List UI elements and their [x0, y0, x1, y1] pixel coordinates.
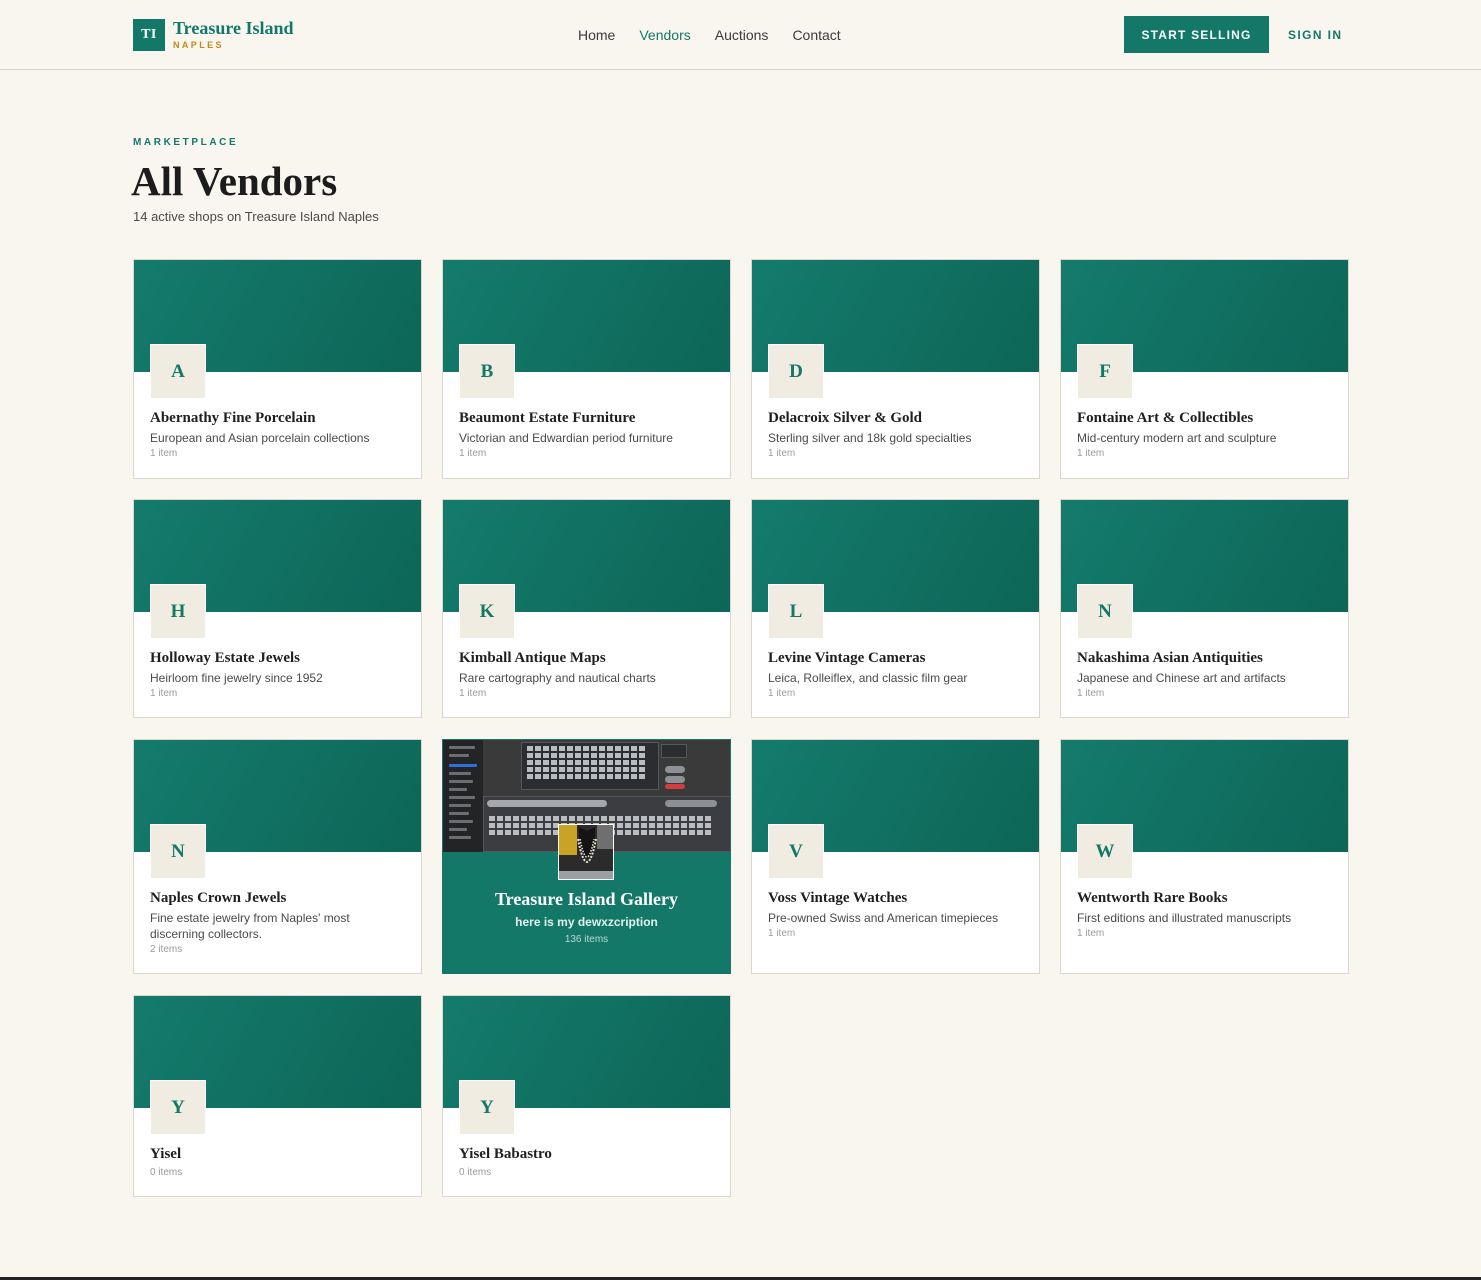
page-subtitle: 14 active shops on Treasure Island Naple… — [133, 209, 379, 224]
vendor-item-count: 2 items — [150, 944, 183, 955]
vendor-item-count: 1 item — [1077, 688, 1105, 699]
vendor-name: Kimball Antique Maps — [459, 650, 606, 666]
brand-name: Treasure Island — [173, 18, 294, 38]
vendor-card[interactable]: Y Yisel 0 items — [133, 995, 422, 1197]
vendor-name: Yisel Babastro — [459, 1146, 552, 1162]
vendor-card[interactable]: K Kimball Antique Maps Rare cartography … — [442, 499, 731, 718]
vendor-initial-badge: Y — [459, 1080, 515, 1135]
vendor-item-count: 1 item — [459, 448, 487, 459]
cover-pill — [665, 776, 685, 783]
vendor-initial-badge: W — [1077, 824, 1133, 879]
vendor-initial-badge: L — [768, 584, 824, 639]
vendor-item-count: 1 item — [1077, 928, 1105, 939]
necklace-icon — [559, 825, 613, 879]
vendor-description: Sterling silver and 18k gold specialties — [768, 431, 972, 445]
vendor-card[interactable]: B Beaumont Estate Furniture Victorian an… — [442, 259, 731, 479]
logo-text: Treasure Island NAPLES — [173, 18, 294, 51]
vendor-card[interactable]: N Naples Crown Jewels Fine estate jewelr… — [133, 739, 422, 974]
vendor-initial-badge: Y — [150, 1080, 206, 1135]
vendor-initial-badge: B — [459, 344, 515, 399]
vendor-description: Heirloom fine jewelry since 1952 — [150, 671, 323, 685]
logo-mark: TI — [133, 18, 165, 51]
cover-mini-panel — [661, 744, 687, 758]
vendor-description: Pre-owned Swiss and American timepieces — [768, 911, 999, 925]
vendor-card[interactable]: Y Yisel Babastro 0 items — [442, 995, 731, 1197]
vendor-card[interactable]: W Wentworth Rare Books First editions an… — [1060, 739, 1349, 974]
vendor-item-count: 1 item — [150, 688, 178, 699]
vendor-description: Rare cartography and nautical charts — [459, 671, 656, 685]
vendor-card[interactable]: A Abernathy Fine Porcelain European and … — [133, 259, 422, 479]
vendor-initial-badge: A — [150, 344, 206, 399]
vendor-name: Naples Crown Jewels — [150, 890, 287, 906]
cover-keyboard-keys — [527, 746, 645, 779]
vendor-item-count: 0 items — [150, 1167, 183, 1178]
cover-red-pill — [665, 784, 685, 789]
cover-pill — [665, 766, 685, 773]
vendor-name: Delacroix Silver & Gold — [768, 410, 923, 426]
vendor-initial-badge: H — [150, 584, 206, 639]
vendor-initial-badge: N — [150, 824, 206, 879]
vendor-item-count: 1 item — [1077, 448, 1105, 459]
nav-auctions[interactable]: Auctions — [715, 26, 769, 44]
vendor-item-count: 0 items — [459, 1167, 492, 1178]
vendor-card[interactable]: V Voss Vintage Watches Pre-owned Swiss a… — [751, 739, 1040, 974]
nav-contact[interactable]: Contact — [792, 26, 840, 44]
section-eyebrow: MARKETPLACE — [133, 137, 239, 148]
vendor-description: Mid-century modern art and sculpture — [1077, 431, 1277, 445]
vendor-card[interactable]: L Levine Vintage Cameras Leica, Rolleifl… — [751, 499, 1040, 718]
vendor-name: Treasure Island Gallery — [494, 889, 678, 909]
vendor-item-count: 1 item — [768, 448, 796, 459]
vendor-initial-badge: V — [768, 824, 824, 879]
vendor-card[interactable]: N Nakashima Asian Antiquities Japanese a… — [1060, 499, 1349, 718]
vendor-name: Beaumont Estate Furniture — [459, 410, 636, 426]
logo-link[interactable]: TI Treasure Island NAPLES — [133, 18, 294, 51]
vendor-initial-badge: D — [768, 344, 824, 399]
vendor-card[interactable]: D Delacroix Silver & Gold Sterling silve… — [751, 259, 1040, 479]
vendor-name: Fontaine Art & Collectibles — [1077, 410, 1254, 426]
page-title: All Vendors — [131, 158, 338, 204]
site-header: TI Treasure Island NAPLES Home Vendors A… — [0, 0, 1481, 70]
vendor-description: First editions and illustrated manuscrip… — [1077, 911, 1292, 925]
nav-home[interactable]: Home — [578, 26, 615, 44]
vendor-name: Nakashima Asian Antiquities — [1077, 650, 1263, 666]
vendor-name: Levine Vintage Cameras — [768, 650, 926, 666]
vendor-avatar-necklace — [558, 824, 614, 880]
brand-location: NAPLES — [173, 40, 224, 50]
vendor-card[interactable]: F Fontaine Art & Collectibles Mid-centur… — [1060, 259, 1349, 479]
vendor-item-count: 1 item — [150, 448, 178, 459]
vendor-card[interactable]: H Holloway Estate Jewels Heirloom fine j… — [133, 499, 422, 718]
start-selling-button[interactable]: START SELLING — [1124, 16, 1269, 53]
vendor-initial-badge: N — [1077, 584, 1133, 639]
vendor-name: Voss Vintage Watches — [768, 890, 908, 906]
main-nav: Home Vendors Auctions Contact — [578, 26, 841, 44]
cover-sidebar — [443, 740, 483, 852]
vendor-name: Wentworth Rare Books — [1077, 890, 1228, 906]
vendor-description: here is my dewxzcription — [515, 915, 658, 929]
nav-vendors[interactable]: Vendors — [639, 26, 690, 44]
vendor-initial-badge: K — [459, 584, 515, 639]
vendor-item-count: 1 item — [768, 688, 796, 699]
featured-vendor-card[interactable]: Treasure Island Gallery here is my dewxz… — [442, 739, 731, 974]
vendor-description: European and Asian porcelain collections — [150, 431, 370, 445]
vendor-name: Yisel — [150, 1146, 182, 1162]
vendor-description: Japanese and Chinese art and artifacts — [1077, 671, 1286, 685]
cover-search-bar — [665, 800, 717, 807]
vendor-item-count: 1 item — [459, 688, 487, 699]
sign-in-link[interactable]: SIGN IN — [1288, 26, 1342, 44]
vendor-item-count: 136 items — [564, 934, 609, 945]
vendor-name: Holloway Estate Jewels — [150, 650, 300, 666]
vendor-initial-badge: F — [1077, 344, 1133, 399]
vendor-description: Victorian and Edwardian period furniture — [459, 431, 673, 445]
vendor-name: Abernathy Fine Porcelain — [150, 410, 316, 426]
vendor-description: Fine estate jewelry from Naples' most di… — [150, 911, 350, 941]
vendor-description: Leica, Rolleiflex, and classic film gear — [768, 671, 968, 685]
vendor-item-count: 1 item — [768, 928, 796, 939]
cover-tab-bar — [487, 800, 607, 807]
